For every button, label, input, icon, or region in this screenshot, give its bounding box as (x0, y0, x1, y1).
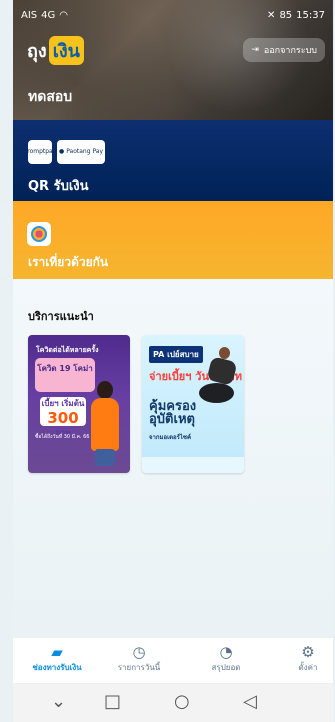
wifi-icon: ◠ (59, 9, 68, 21)
user-name: ทดสอบ (28, 89, 73, 105)
home-icon[interactable]: ○ (174, 691, 190, 712)
covid-insurance-promo[interactable]: โควิดต่อได้หลายครั้ง โควิด 19 โคม่า เบี้… (28, 335, 130, 473)
promo1-highlight: โควิด 19 โคม่า (35, 358, 95, 392)
nav-summary[interactable]: ◔ สรุปยอด (191, 643, 261, 674)
receipt-clock-icon: ◷ (132, 643, 146, 661)
status-bar: AIS 4G ◠ ✕ 85 15:37 (13, 0, 333, 30)
logout-icon: ⇥ (251, 45, 259, 55)
back-triangle-icon[interactable]: ◁ (243, 691, 257, 712)
rider-body (206, 356, 238, 386)
nav-settings-label: ตั้งค่า (298, 663, 318, 672)
nav-summary-label: สรุปยอด (211, 663, 241, 672)
recent-apps-icon[interactable]: □ (104, 691, 121, 712)
promo2-line3: จากมอเตอร์ไซค์ (149, 434, 191, 441)
motorcycle-wheel (199, 383, 234, 403)
promo2-footer (142, 457, 244, 473)
bottom-navigation: ▰ ช่องทางรับเงิน ◷ รายการวันนี้ ◔ สรุปยอ… (13, 637, 333, 683)
status-right: ✕ 85 15:37 (267, 10, 325, 21)
mute-icon: ✕ (267, 9, 276, 21)
promo1-top-text: โควิดต่อได้หลายครั้ง (36, 346, 99, 354)
promo2-tag: PA เปย์สบาย (149, 346, 203, 363)
qr-receive-label: QR รับเงิน (28, 179, 89, 194)
recommended-title: บริการแนะนำ (28, 310, 94, 323)
logout-label: ออกจากระบบ (263, 46, 317, 56)
app-logo: ถุง เงิน (27, 36, 84, 65)
brand-part1: ถุง (27, 41, 47, 62)
nav-today-items[interactable]: ◷ รายการวันนี้ (104, 643, 174, 674)
back-icon[interactable]: ⌄ (51, 691, 66, 712)
travel-app-icon (27, 222, 51, 246)
nav-receive-channels[interactable]: ▰ ช่องทางรับเงิน (22, 643, 92, 674)
wallet-icon: ▰ (51, 643, 63, 661)
rider-head (219, 347, 230, 359)
woman-shirt (91, 398, 119, 451)
promptpay-logo: Promptpay (24, 140, 56, 164)
mobile-app-screen: AIS 4G ◠ ✕ 85 15:37 ถุง เงิน ⇥ ออกจากระบ… (13, 0, 333, 722)
nav-today-label: รายการวันนี้ (117, 663, 161, 672)
paotang-pay-logo: ● Paotang Pay (57, 140, 105, 164)
android-navigation-bar: ⌄ □ ○ ◁ (13, 684, 333, 722)
promo1-price: 300 (47, 409, 79, 427)
promo1-price-badge: เบี้ยฯ เริ่มต้น 300 บาท (40, 397, 86, 437)
pie-chart-icon: ◔ (219, 643, 233, 661)
motorcycle-rider-illustration (199, 347, 242, 410)
paotang-label: Paotang Pay (66, 148, 104, 155)
logout-button[interactable]: ⇥ ออกจากระบบ (243, 38, 325, 62)
paotang-icon: ● (58, 148, 65, 155)
promo1-price-prefix: เบี้ยฯ เริ่มต้น (41, 399, 85, 408)
network-label: 4G (41, 9, 56, 21)
brand-part2: เงิน (48, 36, 84, 65)
gear-icon: ⚙ (301, 643, 315, 661)
woman-head (97, 381, 113, 399)
promo1-date: ซื้อได้ถึงวันที่ 30 มี.ค. 66 (35, 434, 90, 440)
carrier-label: AIS (21, 9, 38, 21)
nav-settings[interactable]: ⚙ ตั้งค่า (273, 643, 333, 674)
status-left: AIS 4G ◠ (21, 10, 68, 21)
wallet-row: Promptpay ● Paotang Pay (24, 140, 105, 164)
travel-logo-icon (31, 226, 47, 242)
pa-insurance-promo[interactable]: PA เปย์สบาย จ่ายเบี้ยฯ วันละบาท คุ้มครอง… (142, 335, 244, 473)
time-label: 15:37 (296, 9, 325, 21)
travel-together-label: เราเที่ยวด้วยกัน (28, 255, 109, 269)
nav-receive-label: ช่องทางรับเงิน (32, 663, 82, 672)
woman-illustration (87, 381, 122, 466)
woman-legs (95, 449, 115, 466)
battery-label: 85 (279, 9, 293, 21)
